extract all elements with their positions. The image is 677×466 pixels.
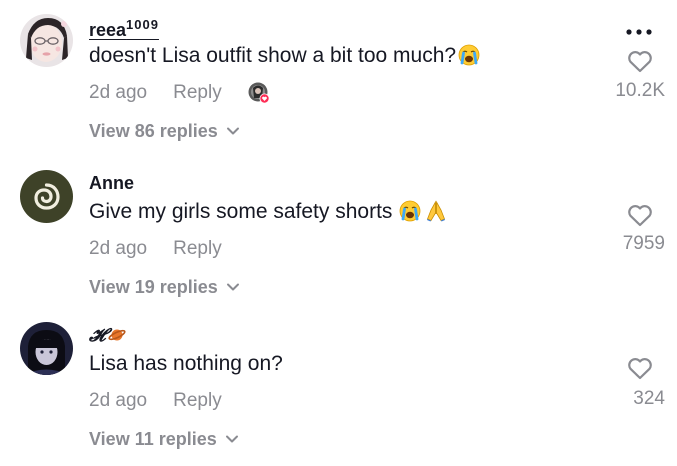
chevron-down-icon bbox=[226, 276, 240, 291]
like-count: 324 bbox=[633, 388, 665, 409]
comment-time: 2d ago bbox=[89, 82, 148, 103]
chevron-down-icon bbox=[225, 428, 239, 443]
view-replies-button[interactable]: View 86 replies bbox=[89, 120, 240, 142]
avatar[interactable] bbox=[20, 14, 73, 67]
comment-time: 2d ago bbox=[89, 390, 148, 411]
view-replies-button[interactable]: View 19 replies bbox=[89, 276, 240, 298]
heart-icon[interactable] bbox=[627, 204, 653, 227]
reply-button[interactable]: Reply bbox=[173, 390, 222, 411]
creator-liked-badge bbox=[248, 82, 270, 104]
comment-meta: 2d ago Reply bbox=[89, 390, 222, 412]
comment-text: Lisa has nothing on? bbox=[89, 352, 283, 375]
chevron-down-icon bbox=[226, 120, 240, 135]
username[interactable]: 𝓗 bbox=[89, 325, 126, 346]
username-text: reea bbox=[89, 20, 127, 40]
comment-text: Give my girls some safety shorts bbox=[89, 200, 447, 224]
view-replies-label: View 11 replies bbox=[89, 429, 217, 449]
ringed-planet-emoji-icon bbox=[108, 326, 126, 344]
username[interactable]: Anne bbox=[89, 173, 134, 194]
view-replies-label: View 19 replies bbox=[89, 277, 218, 297]
creator-avatar-icon bbox=[248, 82, 270, 104]
avatar[interactable] bbox=[20, 322, 73, 375]
crying-face-emoji-icon bbox=[399, 200, 421, 222]
avatar[interactable] bbox=[20, 170, 73, 223]
username-text: 𝓗 bbox=[89, 325, 106, 346]
avatar-image bbox=[20, 14, 73, 67]
username-suffix: 1009 bbox=[126, 17, 159, 32]
crying-face-emoji-icon bbox=[458, 44, 480, 66]
view-replies-label: View 86 replies bbox=[89, 121, 218, 141]
avatar-image bbox=[20, 170, 73, 223]
comment-text: doesn't Lisa outfit show a bit too much? bbox=[89, 44, 480, 68]
comment-body: doesn't Lisa outfit show a bit too much? bbox=[89, 44, 457, 67]
comment-time: 2d ago bbox=[89, 238, 148, 259]
folded-hands-emoji-icon bbox=[425, 200, 447, 222]
reply-button[interactable]: Reply bbox=[173, 238, 222, 259]
username[interactable]: reea1009 bbox=[89, 17, 159, 41]
avatar-image bbox=[20, 322, 73, 375]
like-count: 7959 bbox=[622, 233, 665, 254]
view-replies-button[interactable]: View 11 replies bbox=[89, 428, 239, 450]
more-options-icon[interactable] bbox=[624, 24, 654, 35]
heart-icon[interactable] bbox=[627, 50, 653, 73]
comment-body: Give my girls some safety shorts bbox=[89, 200, 393, 223]
comment-meta: 2d ago Reply bbox=[89, 82, 222, 104]
comment-meta: 2d ago Reply bbox=[89, 238, 222, 260]
reply-button[interactable]: Reply bbox=[173, 82, 222, 103]
heart-icon[interactable] bbox=[627, 357, 653, 380]
like-count: 10.2K bbox=[615, 80, 665, 101]
